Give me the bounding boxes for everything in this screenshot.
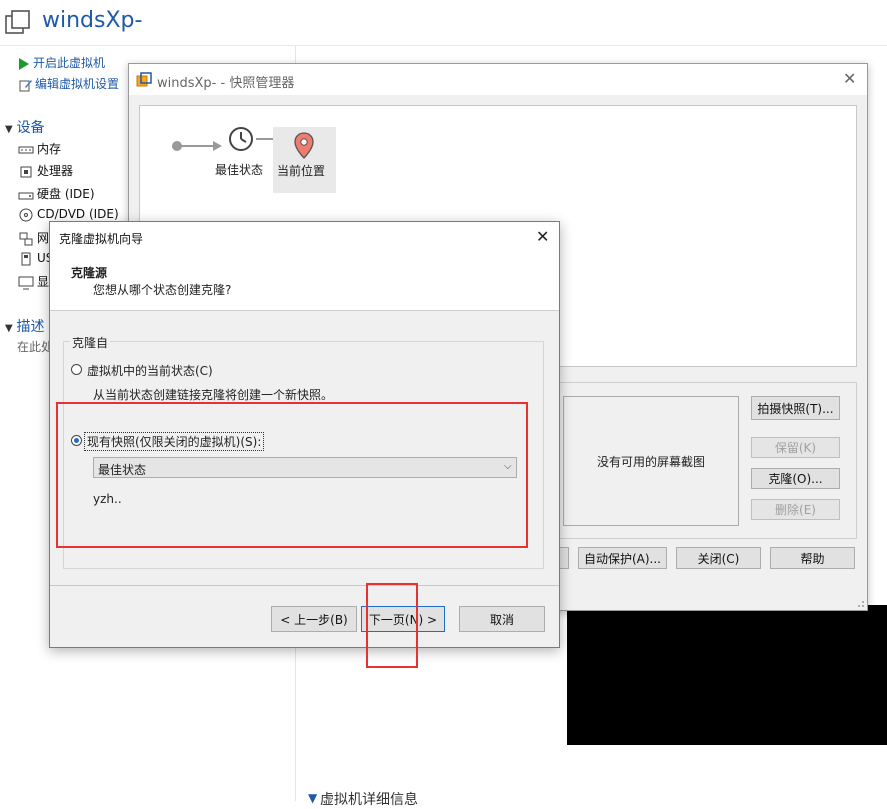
location-pin-icon bbox=[294, 132, 314, 159]
wizard-header-title: 克隆源 bbox=[71, 266, 108, 280]
option-current-label: 虚拟机中的当前状态(C) bbox=[87, 364, 213, 378]
memory-icon bbox=[18, 146, 34, 153]
vm-title-bar: windsXp- bbox=[0, 0, 887, 46]
devices-title: 设备 bbox=[16, 120, 45, 136]
autoprotect-button[interactable]: 自动保护(A)... bbox=[578, 547, 667, 569]
clone-wizard-titlebar: 克隆虚拟机向导 ✕ bbox=[50, 222, 559, 252]
clone-from-label: 克隆自 bbox=[70, 334, 111, 351]
back-button[interactable]: < 上一步(B) bbox=[271, 606, 357, 632]
vm-details-title: 虚拟机详细信息 bbox=[320, 792, 418, 808]
device-label: 内存 bbox=[37, 142, 62, 156]
description-title: 描述 bbox=[16, 319, 45, 335]
edit-settings-label: 编辑虚拟机设置 bbox=[35, 77, 120, 91]
device-row-network[interactable]: 网 bbox=[18, 229, 49, 246]
power-on-link[interactable]: 开启此虚拟机 bbox=[19, 54, 105, 71]
close-icon[interactable]: ✕ bbox=[536, 227, 549, 246]
clock-icon bbox=[229, 127, 253, 151]
device-row-disk[interactable]: 硬盘 (IDE) bbox=[18, 185, 95, 202]
description-section-header[interactable]: ▼ 描述 bbox=[5, 316, 45, 336]
clone-button[interactable]: 克隆(O)... bbox=[751, 468, 840, 489]
device-row-cpu[interactable]: 处理器 bbox=[18, 162, 73, 179]
screenshot-preview: 没有可用的屏幕截图 bbox=[563, 396, 739, 526]
collapse-arrow-icon: ▼ bbox=[5, 124, 13, 135]
clone-wizard-title: 克隆虚拟机向导 bbox=[59, 232, 144, 246]
close-icon[interactable]: ✕ bbox=[843, 69, 856, 88]
cd-icon bbox=[19, 208, 33, 221]
devices-section-header[interactable]: ▼ 设备 bbox=[5, 117, 45, 137]
snapshot-node-best[interactable] bbox=[226, 124, 256, 154]
take-snapshot-button[interactable]: 拍摄快照(T)... bbox=[751, 396, 840, 420]
wizard-header-subtitle: 您想从哪个状态创建克隆? bbox=[93, 283, 232, 297]
vm-console[interactable] bbox=[567, 605, 887, 745]
option-current-description: 从当前状态创建链接克隆将创建一个新快照。 bbox=[93, 388, 334, 402]
device-label: 显 bbox=[37, 275, 50, 289]
footer-separator bbox=[50, 585, 559, 586]
collapse-arrow-icon: ▼ bbox=[5, 323, 13, 334]
cancel-button[interactable]: 取消 bbox=[459, 606, 545, 632]
vmware-icon bbox=[136, 72, 152, 87]
description-text: 在此处 bbox=[17, 340, 54, 354]
device-label: CD/DVD (IDE) bbox=[37, 207, 119, 221]
keep-button[interactable]: 保留(K) bbox=[751, 437, 840, 458]
tree-root-connector bbox=[172, 141, 222, 151]
network-icon bbox=[19, 232, 33, 245]
snapshot-manager-titlebar: windsXp- - 快照管理器 ✕ bbox=[129, 64, 867, 95]
vm-title: windsXp- bbox=[42, 8, 143, 33]
device-row-display[interactable]: 显 bbox=[18, 273, 49, 290]
power-on-label: 开启此虚拟机 bbox=[33, 56, 106, 70]
annotation-highlight-snapshot-option bbox=[56, 402, 528, 548]
snapshot-label-current: 当前位置 bbox=[277, 164, 326, 178]
device-label: 处理器 bbox=[37, 164, 74, 178]
cpu-icon bbox=[20, 166, 32, 177]
delete-button[interactable]: 删除(E) bbox=[751, 499, 840, 520]
device-row-cdrom[interactable]: CD/DVD (IDE) bbox=[18, 207, 119, 222]
monitor-icon bbox=[18, 276, 34, 289]
annotation-highlight-next-button bbox=[366, 583, 418, 668]
radio-current-state[interactable] bbox=[71, 364, 82, 375]
snapshot-label-best: 最佳状态 bbox=[215, 163, 264, 177]
close-button[interactable]: 关闭(C) bbox=[676, 547, 761, 569]
snapshot-node-current[interactable]: 当前位置 bbox=[273, 127, 336, 193]
vm-window-icon bbox=[5, 10, 30, 34]
help-button[interactable]: 帮助 bbox=[770, 547, 855, 569]
hard-disk-icon bbox=[18, 192, 34, 199]
collapse-arrow-icon[interactable]: ▼ bbox=[308, 791, 317, 805]
usb-icon bbox=[21, 252, 31, 265]
resize-grip-icon[interactable] bbox=[855, 598, 865, 608]
snapshot-manager-title: windsXp- - 快照管理器 bbox=[157, 76, 295, 91]
wizard-header: 克隆源 您想从哪个状态创建克隆? bbox=[50, 252, 559, 311]
edit-settings-link[interactable]: 编辑虚拟机设置 bbox=[19, 75, 119, 92]
device-label: 硬盘 (IDE) bbox=[37, 187, 95, 201]
edit-icon bbox=[19, 79, 32, 91]
device-row-memory[interactable]: 内存 bbox=[18, 140, 61, 157]
play-icon bbox=[19, 57, 29, 70]
device-label: 网 bbox=[37, 231, 50, 245]
